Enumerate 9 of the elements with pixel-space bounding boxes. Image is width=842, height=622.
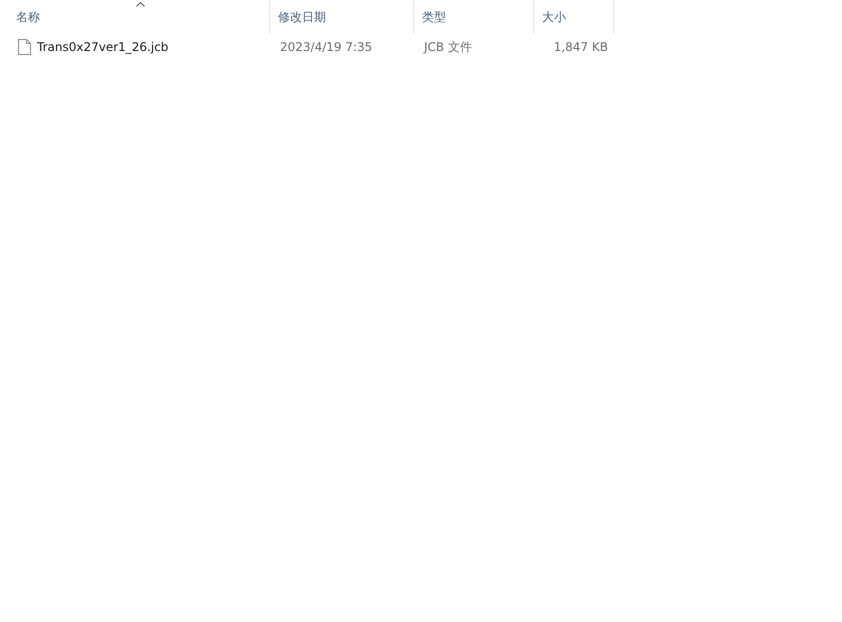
table-cell: 1,847 KB — [554, 40, 608, 54]
column-header[interactable]: 类型 — [422, 8, 446, 26]
column-header[interactable]: 大小 — [542, 8, 566, 26]
column-header[interactable]: 修改日期 — [278, 8, 326, 26]
file-icon — [18, 39, 31, 55]
table-cell: 2023/4/19 7:35 — [280, 40, 372, 54]
column-header[interactable]: 名称 — [16, 8, 40, 26]
table-cell: JCB 文件 — [424, 38, 472, 56]
table-cell: Trans0x27ver1_26.jcb — [37, 40, 168, 54]
